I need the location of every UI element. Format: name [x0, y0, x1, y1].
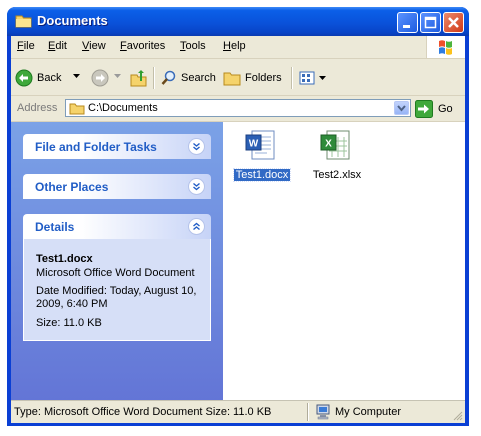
forward-arrow-icon [91, 69, 109, 87]
toolbar-separator [291, 67, 293, 89]
word-document-icon: W [245, 130, 275, 160]
title-bar[interactable]: Documents [7, 7, 469, 36]
chevron-down-icon [397, 105, 406, 112]
status-zone: My Computer [315, 404, 401, 420]
expand-icon[interactable] [188, 178, 205, 195]
details-header[interactable]: Details [23, 214, 211, 239]
address-label: Address [17, 102, 58, 114]
resize-grip-icon[interactable] [452, 410, 463, 421]
menu-favorites[interactable]: Favorites [120, 40, 165, 52]
details-filetype: Microsoft Office Word Document [36, 267, 195, 279]
menu-edit[interactable]: Edit [48, 40, 67, 52]
views-dropdown-icon [319, 75, 326, 80]
folder-icon [69, 103, 85, 115]
details-date-modified: Date Modified: Today, August 10, 2009, 6… [36, 285, 197, 310]
folders-label: Folders [245, 72, 282, 84]
status-text: Type: Microsoft Office Word Document Siz… [14, 406, 272, 418]
file-item-test2[interactable]: X Test2.xlsx [302, 129, 372, 181]
up-folder-icon [130, 70, 147, 87]
minimize-button[interactable] [397, 12, 418, 33]
other-places-header[interactable]: Other Places [23, 174, 211, 199]
file-name: Test1.docx [232, 168, 292, 182]
collapse-icon[interactable] [188, 218, 205, 235]
folders-icon [223, 72, 241, 86]
excel-workbook-icon: X [320, 130, 350, 160]
details-title: Details [35, 220, 75, 234]
file-item-test1[interactable]: W Test1.docx [227, 129, 297, 182]
file-folder-tasks-header[interactable]: File and Folder Tasks [23, 134, 211, 159]
svg-text:W: W [249, 139, 259, 150]
expand-icon[interactable] [188, 138, 205, 155]
svg-text:X: X [325, 139, 332, 150]
status-bar: Type: Microsoft Office Word Document Siz… [11, 400, 465, 423]
explorer-window: Documents File Edit View Favorites Tools… [7, 7, 469, 426]
details-size: Size: 11.0 KB [36, 317, 102, 329]
search-button[interactable]: Search [161, 68, 216, 88]
search-label: Search [181, 72, 216, 84]
folder-icon [15, 13, 32, 28]
forward-button[interactable] [91, 68, 113, 88]
address-input[interactable]: C:\Documents [65, 99, 411, 117]
back-arrow-icon [15, 69, 33, 87]
up-folder-button[interactable] [130, 68, 152, 88]
views-button[interactable] [299, 68, 330, 88]
folders-button[interactable]: Folders [223, 68, 282, 88]
address-value: C:\Documents [88, 102, 158, 114]
toolbar-separator [153, 67, 155, 89]
standard-toolbar: Back Search Folders [11, 59, 465, 96]
back-history-dropdown-icon[interactable] [73, 74, 80, 94]
file-folder-tasks-title: File and Folder Tasks [35, 140, 157, 154]
status-divider [307, 403, 309, 421]
back-label: Back [37, 72, 62, 84]
menu-help[interactable]: Help [223, 40, 246, 52]
file-name: Test2.xlsx [312, 169, 362, 181]
menu-tools[interactable]: Tools [180, 40, 206, 52]
window-client: File Edit View Favorites Tools Help Back [11, 36, 465, 423]
go-label: Go [438, 103, 453, 115]
menu-bar: File Edit View Favorites Tools Help [11, 36, 465, 59]
maximize-button[interactable] [420, 12, 441, 33]
file-list-view[interactable]: W Test1.docx X Test2.xlsx [223, 122, 465, 401]
menu-file[interactable]: File [17, 40, 35, 52]
details-filename: Test1.docx [36, 253, 93, 265]
windows-logo [426, 36, 465, 58]
task-pane: File and Folder Tasks Other Places Detai… [11, 122, 223, 401]
close-button[interactable] [443, 12, 464, 33]
details-body: Test1.docx Microsoft Office Word Documen… [23, 239, 211, 341]
menu-view[interactable]: View [82, 40, 106, 52]
go-button[interactable]: Go [415, 100, 453, 118]
go-arrow-icon [415, 100, 433, 118]
back-button[interactable]: Back [15, 68, 61, 88]
window-title: Documents [37, 13, 108, 28]
other-places-title: Other Places [35, 180, 109, 194]
my-computer-icon [316, 404, 330, 420]
search-icon [161, 70, 176, 85]
address-dropdown-button[interactable] [394, 101, 409, 115]
address-bar: Address C:\Documents Go [11, 96, 465, 122]
status-zone-label: My Computer [335, 406, 402, 418]
forward-history-dropdown-icon [114, 74, 121, 78]
views-icon [299, 71, 315, 85]
